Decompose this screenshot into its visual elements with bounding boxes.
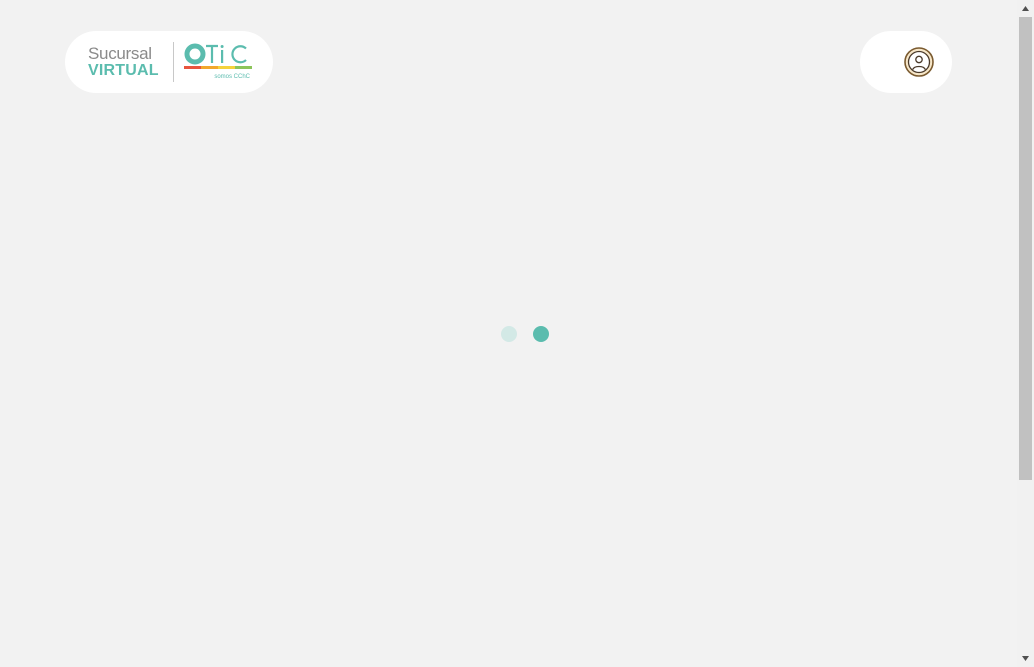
otic-logo-c bbox=[231, 45, 247, 64]
otic-band-red bbox=[184, 66, 201, 69]
scroll-down-arrow-icon[interactable] bbox=[1017, 650, 1034, 667]
loading-dot bbox=[501, 326, 517, 342]
user-menu-container bbox=[860, 31, 952, 93]
otic-logo-i bbox=[221, 50, 224, 63]
brand-line-1: Sucursal bbox=[88, 44, 152, 63]
otic-logo-i-dot bbox=[220, 45, 224, 48]
otic-logo-o bbox=[184, 43, 206, 65]
scrollbar-thumb[interactable] bbox=[1019, 17, 1032, 480]
brand-logo-container[interactable]: Sucursal VIRTUAL somos CChC bbox=[65, 31, 273, 93]
vertical-scrollbar[interactable] bbox=[1017, 0, 1034, 667]
otic-band-green bbox=[235, 66, 252, 69]
otic-logo: somos CChC bbox=[184, 43, 252, 80]
loading-indicator bbox=[501, 326, 549, 342]
page: Sucursal VIRTUAL somos CChC bbox=[0, 0, 1034, 667]
brand-line-2: VIRTUAL bbox=[88, 62, 159, 79]
brand-text: Sucursal VIRTUAL bbox=[88, 44, 159, 79]
brand-divider bbox=[173, 42, 174, 82]
loading-dot bbox=[533, 326, 549, 342]
scroll-up-arrow-icon[interactable] bbox=[1017, 0, 1034, 17]
user-circle-icon[interactable] bbox=[904, 47, 934, 77]
otic-logo-t bbox=[206, 44, 218, 63]
otic-band-orange bbox=[201, 66, 218, 69]
otic-band-yellow bbox=[218, 66, 235, 69]
otic-tagline: somos CChC bbox=[214, 74, 250, 80]
